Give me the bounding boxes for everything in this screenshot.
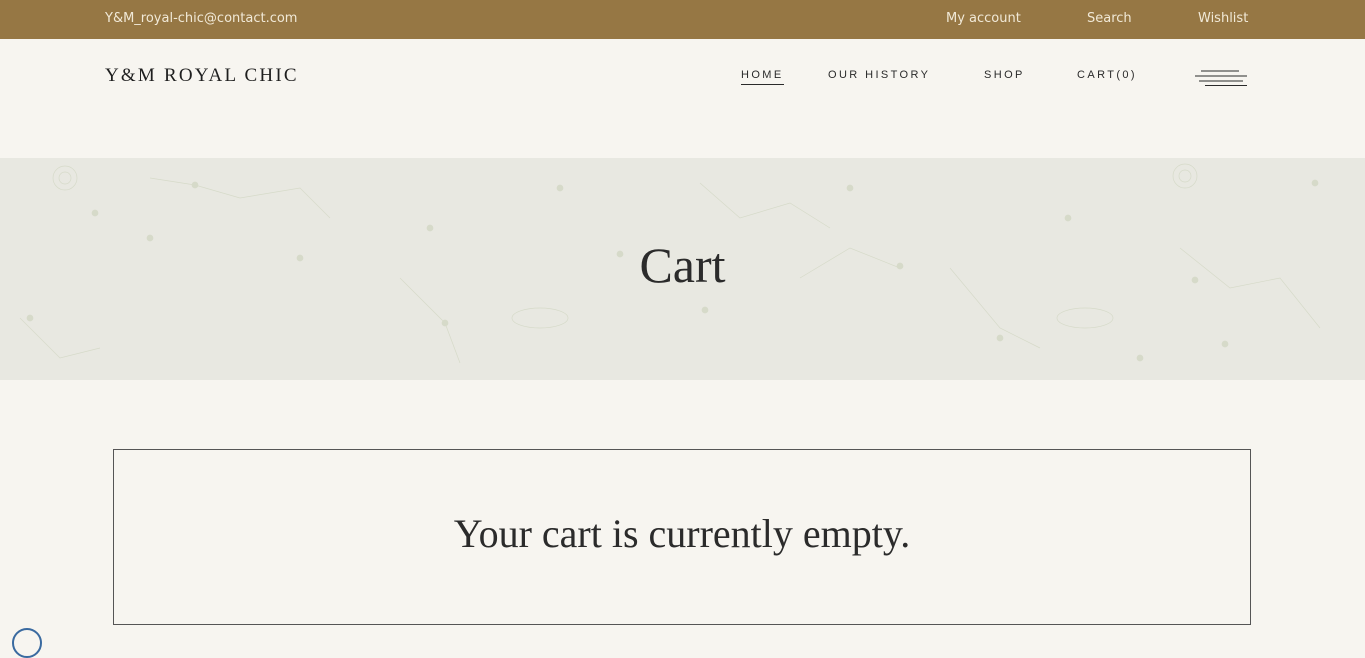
contact-email[interactable]: Y&M_royal-chic@contact.com (105, 11, 297, 26)
hamburger-menu-icon[interactable] (1195, 70, 1247, 86)
empty-cart-message: Your cart is currently empty. (453, 511, 911, 556)
site-logo[interactable]: Y&M ROYAL CHIC (105, 65, 299, 87)
nav-shop[interactable]: SHOP (984, 69, 1025, 81)
cart-content: Your cart is currently empty. (0, 380, 1365, 633)
page-banner: Cart (0, 158, 1365, 380)
wishlist-link[interactable]: Wishlist (1198, 11, 1248, 26)
nav-cart[interactable]: CART(0) (1077, 69, 1137, 81)
nav-our-history[interactable]: OUR HISTORY (828, 69, 930, 81)
page-title: Cart (639, 237, 726, 293)
nav-home[interactable]: HOME (741, 69, 784, 85)
empty-cart-notice: Your cart is currently empty. (113, 449, 1251, 625)
site-header: Y&M ROYAL CHIC HOME OUR HISTORY SHOP CAR… (0, 39, 1365, 158)
search-link[interactable]: Search (1087, 11, 1132, 26)
my-account-link[interactable]: My account (946, 11, 1021, 26)
top-bar: Y&M_royal-chic@contact.com My account Se… (0, 0, 1365, 39)
